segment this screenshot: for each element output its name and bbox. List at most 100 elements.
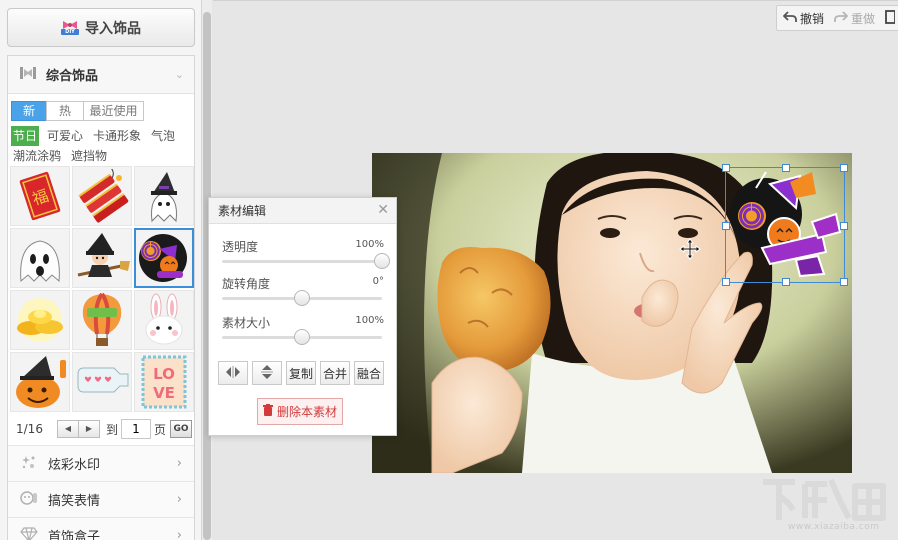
halloween-lollipop-icon	[139, 234, 187, 282]
prev-page-button[interactable]: ◀	[56, 420, 79, 438]
page-indicator: 1/16	[16, 422, 43, 436]
slider-label: 透明度	[222, 240, 259, 254]
slider-knob[interactable]	[374, 253, 390, 269]
page-suffix: 页	[153, 422, 166, 437]
bracket-icon	[20, 66, 36, 83]
material-editor-dialog: 素材编辑 ✕ 透明度 100% 旋转角度 0° 素材大小 100% 复制 合并 …	[208, 197, 397, 436]
resize-handle[interactable]	[840, 164, 848, 172]
message-bottle-icon	[77, 367, 129, 393]
next-page-button[interactable]: ▶	[77, 420, 100, 438]
chevron-right-icon: ›	[176, 456, 182, 471]
red-envelope-fu-icon: 福	[19, 171, 61, 221]
undo-icon	[782, 10, 797, 26]
sticker-tile[interactable]	[10, 290, 70, 350]
menu-item-colorful-watermark[interactable]: 炫彩水印 ›	[8, 445, 194, 481]
resize-handle[interactable]	[840, 278, 848, 286]
witch-broom-icon	[77, 233, 130, 277]
firecrackers-icon	[78, 169, 129, 223]
menu-item-label: 搞笑表情	[48, 494, 101, 509]
category-cover[interactable]: 遮挡物	[69, 146, 109, 166]
copy-button[interactable]: 复制	[286, 361, 316, 385]
sticker-tile[interactable]: LO VE	[134, 352, 194, 412]
menu-item-jewelry-box[interactable]: 首饰盒子 ›	[8, 517, 194, 540]
undo-button[interactable]: 撤销	[782, 10, 824, 27]
slider-knob[interactable]	[294, 329, 310, 345]
category-cartoon[interactable]: 卡通形象	[91, 126, 143, 146]
resize-handle[interactable]	[782, 278, 790, 286]
slider-value: 100%	[355, 239, 384, 250]
delete-material-button[interactable]: 删除本素材	[257, 398, 343, 425]
svg-text:LO: LO	[153, 365, 175, 383]
tab-recent[interactable]: 最近使用	[83, 101, 144, 121]
flip-horizontal-button[interactable]	[218, 361, 248, 385]
panel-title: 综合饰品	[46, 69, 99, 84]
slider-label: 旋转角度	[222, 277, 271, 291]
slider-knob[interactable]	[294, 290, 310, 306]
import-decoration-button[interactable]: DIY 导入饰品	[7, 8, 195, 47]
face-icon	[20, 490, 38, 510]
page-input[interactable]	[120, 419, 151, 439]
sticker-tile[interactable]	[72, 352, 132, 412]
ghost-witch-hat-icon	[151, 172, 177, 223]
tab-hot[interactable]: 热	[46, 101, 84, 121]
sticker-tile[interactable]: 福	[10, 166, 70, 226]
resize-handle[interactable]	[722, 164, 730, 172]
slider-value: 100%	[355, 315, 384, 326]
slider-track[interactable]	[222, 260, 382, 263]
redo-icon	[834, 10, 849, 26]
sparkle-icon	[20, 454, 38, 474]
merge-button[interactable]: 合并	[320, 361, 350, 385]
sticker-tile[interactable]	[134, 290, 194, 350]
go-button[interactable]: GO	[169, 420, 192, 438]
flip-horizontal-icon	[225, 365, 241, 381]
sticker-tile[interactable]	[134, 166, 194, 226]
resize-handle[interactable]	[782, 164, 790, 172]
menu-item-label: 首饰盒子	[48, 530, 101, 540]
dialog-title: 素材编辑	[218, 204, 267, 218]
sticker-tile[interactable]	[72, 228, 132, 288]
site-url-watermark: www.xiazaiba.com	[788, 522, 880, 532]
tab-new[interactable]: 新	[11, 101, 47, 121]
svg-text:VE: VE	[153, 384, 175, 402]
flip-vertical-icon	[261, 364, 273, 383]
dialog-header[interactable]: 素材编辑	[209, 198, 396, 224]
diamond-icon	[20, 526, 38, 540]
undo-label: 撤销	[799, 11, 824, 26]
gold-ingots-icon	[17, 298, 63, 342]
hot-air-balloon-icon	[82, 292, 122, 346]
move-cursor-icon	[679, 238, 701, 260]
resize-handle[interactable]	[722, 222, 730, 230]
sticker-tile[interactable]	[72, 290, 132, 350]
sticker-tile[interactable]	[72, 166, 132, 226]
history-buttons: 撤销 重做	[775, 5, 898, 31]
resize-handle[interactable]	[722, 278, 730, 286]
material-tools: 复制 合并 融合	[218, 361, 384, 385]
sticker-tile[interactable]	[10, 228, 70, 288]
flip-vertical-button[interactable]	[252, 361, 282, 385]
menu-item-funny-faces[interactable]: 搞笑表情 ›	[8, 481, 194, 517]
ghost-icon	[20, 240, 60, 283]
bunny-icon	[145, 293, 183, 345]
blend-button[interactable]: 融合	[354, 361, 384, 385]
resize-handle[interactable]	[840, 222, 848, 230]
sticker-tile-selected[interactable]	[134, 228, 194, 288]
chevron-right-icon: ›	[176, 528, 182, 540]
import-decoration-label: 导入饰品	[85, 20, 141, 37]
halloween-lollipop-sticker	[730, 171, 842, 278]
slider-label: 素材大小	[222, 316, 271, 330]
redo-label: 重做	[850, 11, 875, 26]
category-cute[interactable]: 可爱心	[45, 126, 85, 146]
compare-icon[interactable]	[885, 9, 896, 27]
menu-item-label: 炫彩水印	[48, 458, 101, 473]
redo-button[interactable]: 重做	[834, 10, 875, 27]
category-graffiti[interactable]: 潮流涂鸦	[11, 146, 63, 166]
category-festival[interactable]: 节日	[11, 126, 40, 146]
selected-sticker[interactable]	[722, 164, 848, 286]
sticker-tile[interactable]	[10, 352, 70, 412]
panel-header[interactable]: 综合饰品 ⌄	[8, 56, 194, 94]
chevron-down-icon[interactable]: ⌄	[175, 68, 184, 81]
category-list: 节日 可爱心 卡通形象 气泡 潮流涂鸦 遮挡物	[11, 126, 193, 166]
close-icon[interactable]: ✕	[377, 202, 389, 218]
category-bubble[interactable]: 气泡	[149, 126, 177, 146]
sticker-grid: 福 LO VE	[10, 166, 196, 412]
